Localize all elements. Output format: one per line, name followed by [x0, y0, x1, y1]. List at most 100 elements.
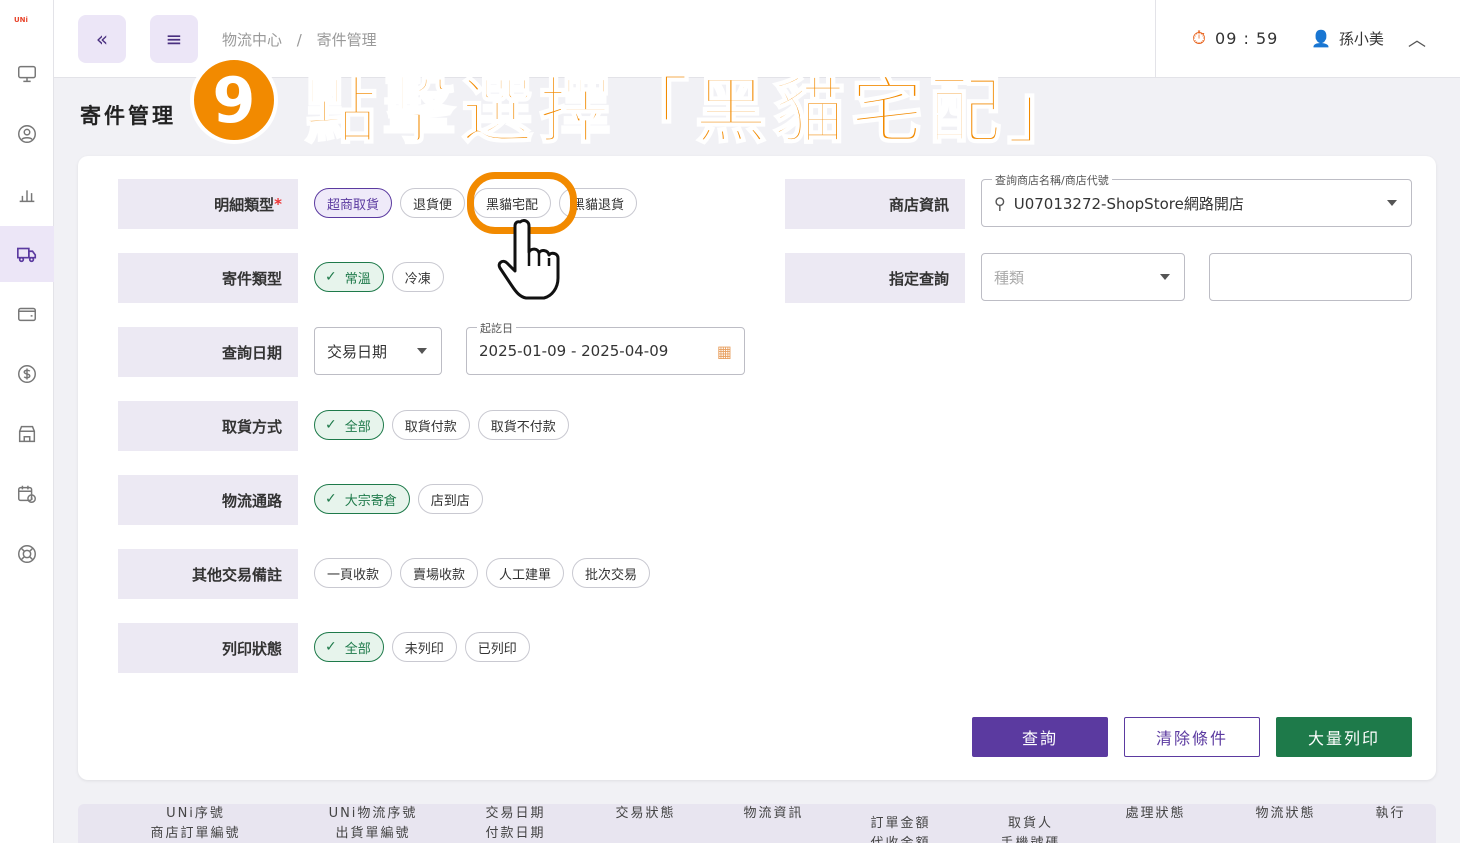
required-mark: *	[274, 195, 282, 213]
user-icon: 👤	[1311, 29, 1331, 48]
chip-label: 大宗寄倉	[344, 493, 397, 509]
query-value-input[interactable]	[1209, 253, 1412, 301]
print-status-label: 列印狀態	[118, 623, 298, 673]
wallet-icon[interactable]	[0, 286, 54, 342]
timer-value: 09 : 59	[1215, 29, 1279, 48]
store-select[interactable]: 查詢商店名稱/商店代號 ⚲ U07013272-ShopStore網路開店	[981, 172, 1412, 227]
chip-manual[interactable]: 人工建單	[486, 558, 565, 588]
step-number-badge: 9	[190, 56, 278, 144]
assign-query-label: 指定查詢	[785, 253, 965, 303]
chip-batch[interactable]: 批次交易	[572, 558, 651, 588]
pointer-hand-icon	[497, 219, 560, 300]
chip-unprinted[interactable]: 未列印	[391, 632, 457, 662]
chip-return[interactable]: 退貨便	[400, 188, 466, 218]
page-title: 寄件管理	[80, 104, 176, 128]
results-table-header: UNi序號 商店訂單編號 UNi物流序號 出貨單編號 交易日期 付款日期 交易狀態 物…	[78, 804, 1436, 843]
dollar-icon[interactable]	[0, 346, 54, 402]
collapse-sidebar-button[interactable]: «	[78, 15, 126, 63]
label-text: 指定查詢	[888, 269, 949, 288]
date-range-float-label: 起訖日	[477, 320, 516, 336]
check-icon: ✓	[325, 269, 337, 285]
chip-print-all[interactable]: ✓ 全部	[314, 632, 384, 662]
col-header: 物流狀態	[1255, 806, 1316, 821]
chip-frozen[interactable]: 冷凍	[391, 262, 444, 292]
check-icon: ✓	[325, 639, 337, 655]
print-status-chips: ✓ 全部 未列印 已列印	[314, 632, 530, 662]
label-text: 其他交易備註	[191, 565, 282, 584]
user-menu[interactable]: 👤 孫小美	[1311, 28, 1384, 49]
label-text: 列印狀態	[221, 639, 282, 658]
truck-icon[interactable]	[0, 226, 54, 282]
lifebuoy-icon[interactable]	[0, 526, 54, 582]
search-icon: ⚲	[994, 193, 1006, 213]
pickup-method-label: 取貨方式	[118, 401, 298, 451]
chip-cvs-pickup[interactable]: 超商取貨	[314, 188, 393, 218]
store-info-label: 商店資訊	[785, 179, 965, 229]
query-date-label: 查詢日期	[118, 327, 298, 377]
check-icon: ✓	[325, 417, 337, 433]
dropdown-arrow-icon	[1160, 274, 1170, 280]
breadcrumb-separator: /	[296, 31, 302, 49]
store-icon[interactable]	[0, 406, 54, 462]
chevron-up-icon[interactable]: ︿	[1408, 26, 1426, 52]
query-type-select[interactable]: 種類	[981, 253, 1185, 301]
clear-button[interactable]: 清除條件	[1124, 717, 1260, 757]
col-header: 交易狀態	[615, 806, 676, 821]
stopwatch-icon: ⏱	[1192, 28, 1208, 49]
store-value: U07013272-ShopStore網路開店	[1013, 194, 1244, 213]
breadcrumb: 物流中心 / 寄件管理	[222, 29, 387, 50]
col-header: UNi物流序號 出貨單編號	[328, 806, 418, 841]
session-timer: ⏱ 09 : 59	[1192, 28, 1278, 49]
hamburger-icon: ≡	[165, 27, 183, 51]
chip-marketplace[interactable]: 賣場收款	[400, 558, 479, 588]
chip-normal-temp[interactable]: ✓ 常溫	[314, 262, 384, 292]
brand-logo: UNi	[14, 16, 28, 24]
query-button[interactable]: 查詢	[972, 717, 1108, 757]
breadcrumb-item: 寄件管理	[316, 31, 377, 49]
date-type-select[interactable]: 交易日期	[314, 327, 442, 375]
sidebar: UNi	[0, 0, 54, 843]
calendar-icon[interactable]: ▦	[717, 342, 732, 361]
store-float-label: 查詢商店名稱/商店代號	[992, 172, 1112, 188]
search-form-card: 明細類型 * 超商取貨 退貨便 黑貓宅配 黑貓退貨 商店資訊 查詢商店名稱/商店代…	[78, 156, 1436, 780]
chip-label: 全部	[344, 419, 371, 435]
double-chevron-left-icon: «	[95, 27, 109, 51]
date-type-value: 交易日期	[327, 342, 388, 361]
label-text: 查詢日期	[221, 343, 282, 362]
pickup-chips: ✓ 全部 取貨付款 取貨不付款	[314, 410, 569, 440]
user-name: 孫小美	[1338, 30, 1384, 48]
chip-label: 常溫	[344, 271, 371, 287]
col-header: 交易日期 付款日期	[485, 806, 546, 841]
chip-printed[interactable]: 已列印	[464, 632, 530, 662]
chip-pickup-all[interactable]: ✓ 全部	[314, 410, 384, 440]
monitor-icon[interactable]	[0, 46, 54, 102]
bar-chart-icon[interactable]	[0, 166, 54, 222]
chip-pickup-nopay[interactable]: 取貨不付款	[477, 410, 569, 440]
query-type-placeholder: 種類	[994, 268, 1025, 287]
col-header: 物流資訊	[743, 806, 804, 821]
check-icon: ✓	[325, 491, 337, 507]
chip-label: 全部	[344, 641, 371, 657]
remarks-chips: 一頁收款 賣場收款 人工建單 批次交易	[314, 558, 651, 588]
ship-type-chips: ✓ 常溫 冷凍	[314, 262, 444, 292]
dropdown-arrow-icon	[1387, 200, 1397, 206]
col-header: 執行	[1375, 806, 1406, 821]
calendar-clock-icon[interactable]	[0, 466, 54, 522]
breadcrumb-item[interactable]: 物流中心	[222, 31, 282, 49]
date-range-input[interactable]: 起訖日 2025-01-09 - 2025-04-09 ▦	[466, 320, 745, 375]
dropdown-arrow-icon	[417, 348, 427, 354]
chip-one-page[interactable]: 一頁收款	[314, 558, 393, 588]
menu-button[interactable]: ≡	[150, 15, 198, 63]
col-header: 訂單金額代收金額	[870, 816, 931, 843]
chip-bulk-warehouse[interactable]: ✓ 大宗寄倉	[314, 484, 410, 514]
chip-pickup-pay[interactable]: 取貨付款	[391, 410, 470, 440]
channel-label: 物流通路	[118, 475, 298, 525]
remarks-label: 其他交易備註	[118, 549, 298, 599]
col-header: UNi序號 商店訂單編號	[150, 806, 241, 841]
user-circle-icon[interactable]	[0, 106, 54, 162]
col-header: 取貨人手機號碼	[1000, 816, 1058, 843]
chip-store-to-store[interactable]: 店到店	[417, 484, 483, 514]
label-text: 寄件類型	[221, 269, 282, 288]
bulk-print-button[interactable]: 大量列印	[1276, 717, 1412, 757]
date-range-value: 2025-01-09 - 2025-04-09	[479, 342, 669, 360]
